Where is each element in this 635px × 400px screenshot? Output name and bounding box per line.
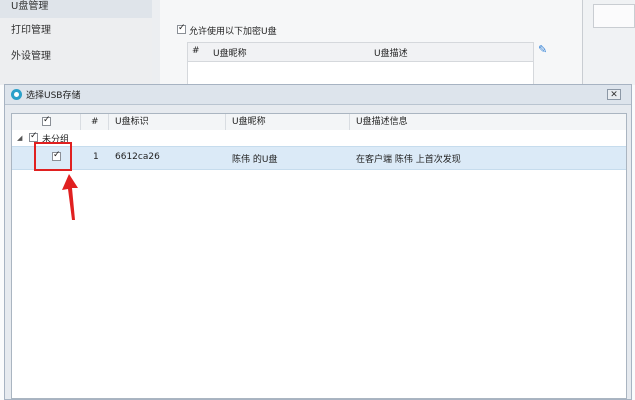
- background-window: U盘管理 打印管理 外设管理 ✓ 允许使用以下加密U盘 # U盘昵称 U盘描述 …: [0, 0, 635, 86]
- column-header-index: #: [192, 46, 200, 56]
- column-header-nickname: U盘昵称: [226, 114, 350, 130]
- close-button[interactable]: ✕: [607, 89, 621, 100]
- pencil-icon[interactable]: ✎: [538, 43, 547, 56]
- allow-encrypted-checkbox[interactable]: ✓: [177, 23, 186, 34]
- sidebar: U盘管理 打印管理 外设管理: [0, 0, 152, 85]
- expand-triangle-icon[interactable]: ◢: [17, 134, 22, 142]
- column-header-description: U盘描述: [374, 49, 408, 59]
- refresh-circle-icon: [11, 89, 22, 100]
- row-description: 在客户端 陈伟 上首次发现: [356, 155, 461, 165]
- check-icon: ✓: [30, 131, 38, 141]
- dialog-title: 选择USB存储: [26, 91, 81, 101]
- sidebar-item-label: 外设管理: [11, 51, 51, 62]
- row-nickname: 陈伟 的U盘: [232, 155, 278, 165]
- grid-header: ✓ # U盘标识 U盘昵称 U盘描述信息: [12, 114, 626, 131]
- sidebar-item-label: 打印管理: [11, 25, 51, 36]
- select-all-cell: ✓: [12, 114, 81, 130]
- column-header-nickname: U盘昵称: [213, 49, 247, 59]
- row-usb-id: 6612ca26: [115, 152, 160, 162]
- encrypted-usb-table: # U盘昵称 U盘描述: [187, 42, 534, 86]
- column-header-index: #: [81, 114, 109, 130]
- dialog-titlebar: 选择USB存储 ✕: [5, 85, 631, 105]
- row-index: 1: [93, 152, 99, 162]
- select-all-checkbox[interactable]: ✓: [42, 115, 51, 126]
- table-header: # U盘昵称 U盘描述: [188, 43, 533, 62]
- check-icon: ✓: [43, 115, 51, 125]
- group-checkbox[interactable]: ✓: [29, 131, 38, 142]
- column-header-id: U盘标识: [109, 114, 226, 130]
- select-usb-dialog: 选择USB存储 ✕ ✓ # U盘标识 U盘昵称 U盘描述信息 ◢ ✓ 未分组 ✓…: [4, 84, 632, 400]
- sidebar-item-label: U盘管理: [11, 1, 49, 12]
- allow-encrypted-label: 允许使用以下加密U盘: [189, 27, 277, 37]
- sidebar-item-peripheral[interactable]: 外设管理: [11, 46, 152, 68]
- highlight-box: [34, 142, 72, 171]
- annotation-arrow-icon: [62, 174, 78, 220]
- input-box[interactable]: [593, 4, 635, 28]
- usb-grid: ✓ # U盘标识 U盘昵称 U盘描述信息 ◢ ✓ 未分组 ✓ 1 6612ca2…: [11, 113, 627, 399]
- check-icon: ✓: [178, 23, 186, 33]
- table-row[interactable]: ✓ 1 6612ca26 陈伟 的U盘 在客户端 陈伟 上首次发现: [12, 146, 626, 170]
- sidebar-item-print[interactable]: 打印管理: [11, 20, 152, 42]
- group-row[interactable]: ◢ ✓ 未分组: [12, 130, 626, 146]
- right-panel: [582, 0, 635, 85]
- sidebar-item-usb[interactable]: U盘管理: [0, 0, 152, 18]
- column-header-description: U盘描述信息: [356, 117, 408, 127]
